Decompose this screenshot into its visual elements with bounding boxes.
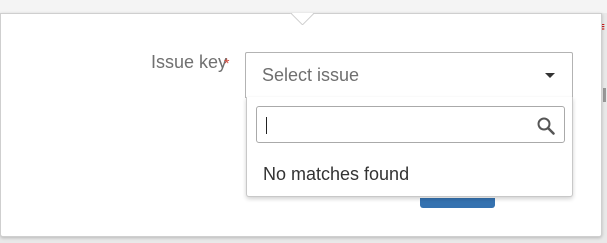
- issue-select-dropdown: No matches found: [246, 97, 573, 197]
- issue-search-input[interactable]: [259, 109, 531, 140]
- issue-search-field[interactable]: [256, 106, 565, 143]
- submit-button[interactable]: [420, 198, 495, 208]
- page-background-strip: [0, 0, 607, 13]
- no-matches-message: No matches found: [263, 164, 410, 184]
- background-edge-mark: [603, 88, 606, 102]
- required-indicator: *: [224, 55, 230, 71]
- issue-select-placeholder: Select issue: [262, 65, 360, 85]
- popup-arrow: [290, 13, 314, 25]
- issue-key-label: Issue key: [150, 52, 227, 72]
- text-cursor: [266, 117, 267, 134]
- search-icon[interactable]: [536, 116, 556, 136]
- chevron-down-icon[interactable]: [545, 73, 555, 78]
- issue-select[interactable]: Select issue: [245, 52, 573, 98]
